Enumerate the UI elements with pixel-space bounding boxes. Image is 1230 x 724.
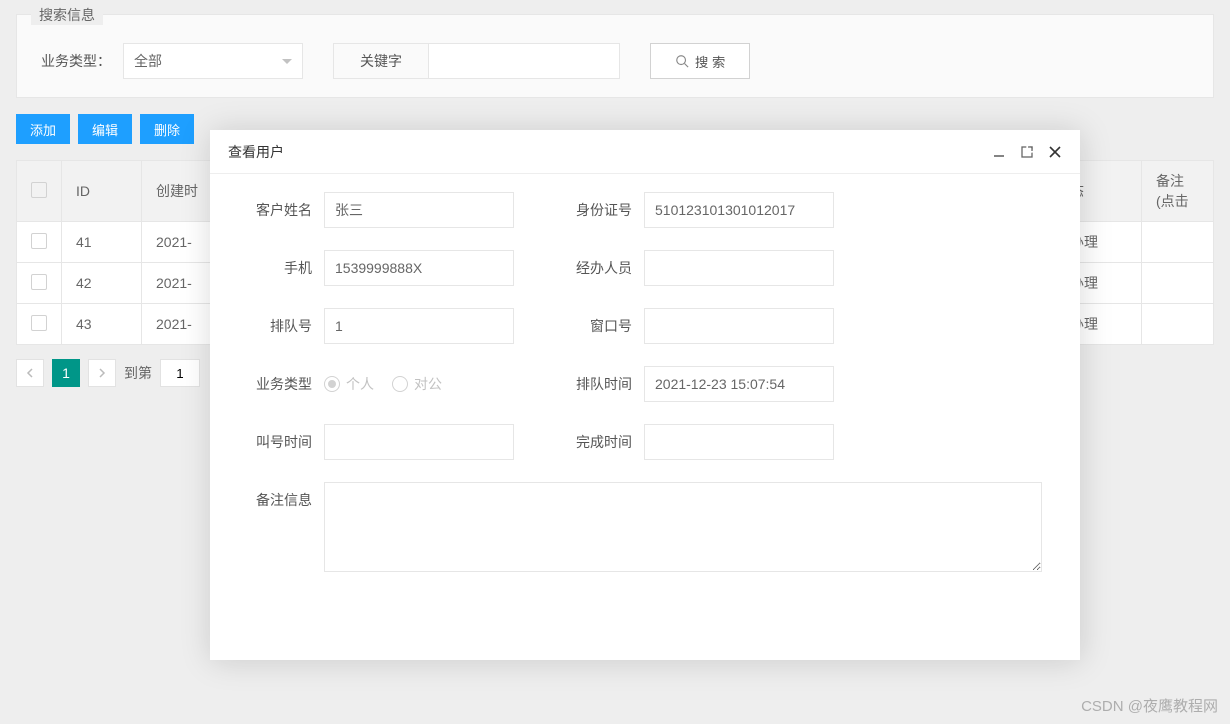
name-label: 客户姓名	[234, 200, 324, 220]
minimize-icon	[992, 145, 1006, 159]
window-input[interactable]	[644, 308, 834, 344]
queue-input[interactable]	[324, 308, 514, 344]
search-panel-title: 搜索信息	[31, 5, 103, 25]
next-page-button[interactable]	[88, 359, 116, 387]
window-label: 窗口号	[554, 316, 644, 336]
watermark: CSDN @夜鹰教程网	[1081, 695, 1218, 716]
chevron-down-icon	[282, 59, 292, 64]
row-checkbox[interactable]	[31, 233, 47, 249]
agent-input[interactable]	[644, 250, 834, 286]
chevron-left-icon	[26, 368, 34, 378]
name-input[interactable]	[324, 192, 514, 228]
remark-textarea[interactable]	[324, 482, 1042, 572]
queuetime-input[interactable]	[644, 366, 834, 402]
page-1-button[interactable]: 1	[52, 359, 80, 387]
goto-input[interactable]	[160, 359, 200, 387]
biztype-label: 业务类型：	[41, 51, 111, 71]
prev-page-button[interactable]	[16, 359, 44, 387]
close-button[interactable]	[1048, 145, 1062, 159]
delete-button[interactable]: 删除	[140, 114, 194, 144]
search-button[interactable]: 搜 索	[650, 43, 750, 79]
idcard-input[interactable]	[644, 192, 834, 228]
close-icon	[1048, 145, 1062, 159]
radio-personal[interactable]: 个人	[324, 374, 374, 394]
radio-icon	[392, 376, 408, 392]
biztype-select[interactable]: 全部	[123, 43, 303, 79]
agent-label: 经办人员	[554, 258, 644, 278]
goto-label: 到第	[124, 363, 152, 383]
calltime-input[interactable]	[324, 424, 514, 460]
calltime-label: 叫号时间	[234, 432, 324, 452]
dialog-title: 查看用户	[228, 142, 284, 162]
maximize-icon	[1020, 145, 1034, 159]
search-panel: 搜索信息 业务类型： 全部 关键字 搜 索	[16, 14, 1214, 98]
keyword-input[interactable]	[429, 44, 619, 78]
queue-label: 排队号	[234, 316, 324, 336]
phone-input[interactable]	[324, 250, 514, 286]
radio-icon	[324, 376, 340, 392]
radio-corp[interactable]: 对公	[392, 374, 442, 394]
chevron-right-icon	[98, 368, 106, 378]
biztype-value: 全部	[134, 51, 162, 71]
checkbox-all[interactable]	[31, 182, 47, 198]
idcard-label: 身份证号	[554, 200, 644, 220]
biztype-form-label: 业务类型	[234, 374, 324, 394]
view-user-dialog: 查看用户 客户姓名 身份证号 手机	[210, 130, 1080, 660]
phone-label: 手机	[234, 258, 324, 278]
row-checkbox[interactable]	[31, 315, 47, 331]
add-button[interactable]: 添加	[16, 114, 70, 144]
edit-button[interactable]: 编辑	[78, 114, 132, 144]
th-id: ID	[62, 161, 142, 222]
queuetime-label: 排队时间	[554, 374, 644, 394]
minimize-button[interactable]	[992, 145, 1006, 159]
th-remark: 备注(点击	[1142, 161, 1214, 222]
remark-label: 备注信息	[234, 482, 324, 510]
search-icon	[675, 54, 689, 68]
maximize-button[interactable]	[1020, 145, 1034, 159]
row-checkbox[interactable]	[31, 274, 47, 290]
keyword-label: 关键字	[334, 44, 429, 78]
keyword-group: 关键字	[333, 43, 620, 79]
donetime-input[interactable]	[644, 424, 834, 460]
donetime-label: 完成时间	[554, 432, 644, 452]
